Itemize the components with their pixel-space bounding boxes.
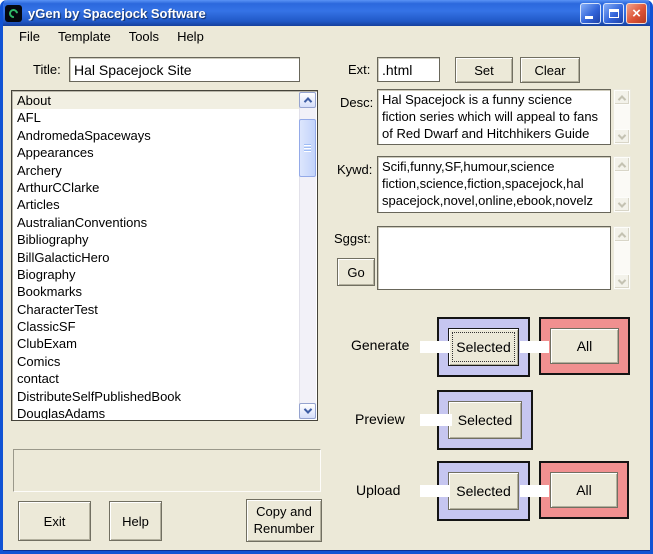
window-title: yGen by Spacejock Software <box>28 5 206 21</box>
generate-label: Generate <box>351 337 410 353</box>
scroll-up-button <box>614 227 630 242</box>
scroll-up-button <box>614 90 630 105</box>
generate-all-button[interactable]: All <box>550 328 619 364</box>
list-item[interactable]: Bibliography <box>13 231 299 248</box>
minimize-icon <box>585 15 593 19</box>
list-item[interactable]: contact <box>13 370 299 387</box>
title-label: Title: <box>33 62 61 77</box>
window-controls: × <box>580 2 647 24</box>
list-item[interactable]: BillGalacticHero <box>13 249 299 266</box>
connector <box>420 341 449 353</box>
scroll-down-button[interactable] <box>299 403 316 419</box>
list-item[interactable]: Appearances <box>13 144 299 161</box>
desc-scrollbar <box>613 89 631 145</box>
chevron-up-icon <box>617 231 627 241</box>
list-item[interactable]: ClubExam <box>13 335 299 352</box>
set-button[interactable]: Set <box>455 57 513 83</box>
scroll-down-button <box>614 274 630 289</box>
copy-and-renumber-button[interactable]: Copy and Renumber <box>246 499 322 542</box>
connector <box>520 341 549 353</box>
scrollbar-thumb[interactable] <box>299 119 316 177</box>
ext-input[interactable] <box>377 57 440 82</box>
upload-all-frame: All <box>539 461 629 519</box>
menu-file[interactable]: File <box>10 27 49 46</box>
help-button[interactable]: Help <box>109 501 162 541</box>
list-item[interactable]: ArthurCClarke <box>13 179 299 196</box>
chevron-down-icon <box>617 275 627 285</box>
upload-selected-button[interactable]: Selected <box>448 472 519 510</box>
desc-label: Desc: <box>340 95 374 110</box>
preview-label: Preview <box>355 411 405 427</box>
list-item[interactable]: Articles <box>13 196 299 213</box>
list-item[interactable]: Biography <box>13 266 299 283</box>
menu-template[interactable]: Template <box>49 27 120 46</box>
title-input[interactable] <box>69 57 300 82</box>
ext-label: Ext: <box>348 62 371 77</box>
maximize-icon <box>609 8 619 18</box>
list-item[interactable]: About <box>13 92 299 110</box>
list-item[interactable]: CharacterTest <box>13 301 299 318</box>
list-item[interactable]: AndromedaSpaceways <box>13 127 299 144</box>
list-item[interactable]: Comics <box>13 353 299 370</box>
kywd-scrollbar <box>613 156 631 213</box>
connector <box>420 414 452 426</box>
menu-bar: File Template Tools Help <box>3 26 650 47</box>
menu-help[interactable]: Help <box>168 27 213 46</box>
list-item[interactable]: ClassicSF <box>13 318 299 335</box>
list-item[interactable]: AustralianConventions <box>13 214 299 231</box>
close-button[interactable]: × <box>626 2 647 24</box>
page-list-items: About AFL AndromedaSpaceways Appearances… <box>13 92 299 419</box>
chevron-down-icon <box>617 198 627 208</box>
upload-label: Upload <box>356 482 401 498</box>
maximize-button[interactable] <box>603 2 624 24</box>
preview-selected-button[interactable]: Selected <box>448 401 522 439</box>
chevron-up-icon <box>617 161 627 171</box>
scroll-up-button[interactable] <box>299 92 316 108</box>
menu-tools[interactable]: Tools <box>120 27 168 46</box>
connector <box>520 485 549 497</box>
scroll-down-button <box>614 129 630 144</box>
go-button[interactable]: Go <box>337 258 375 286</box>
chevron-up-icon <box>303 97 312 106</box>
app-logo-icon <box>5 4 22 22</box>
scroll-down-button <box>614 197 630 212</box>
list-item[interactable]: DistributeSelfPublishedBook <box>13 388 299 405</box>
list-item[interactable]: Archery <box>13 162 299 179</box>
kywd-label: Kywd: <box>337 162 373 177</box>
chevron-up-icon <box>617 94 627 104</box>
status-panel <box>13 449 321 492</box>
generate-selected-button[interactable]: Selected <box>448 328 519 366</box>
sggst-textarea[interactable] <box>377 226 611 290</box>
list-scrollbar[interactable] <box>299 92 316 419</box>
chevron-down-icon <box>617 130 627 140</box>
page-listbox[interactable]: About AFL AndromedaSpaceways Appearances… <box>11 90 318 421</box>
titlebar: yGen by Spacejock Software × <box>3 0 650 26</box>
desc-textarea[interactable]: Hal Spacejock is a funny science fiction… <box>377 89 611 145</box>
upload-selected-frame: Selected <box>437 461 530 521</box>
upload-all-button[interactable]: All <box>550 472 618 508</box>
kywd-textarea[interactable]: Scifi,funny,SF,humour,science fiction,sc… <box>377 156 611 213</box>
sggst-label: Sggst: <box>334 231 371 246</box>
generate-all-frame: All <box>539 317 630 375</box>
generate-selected-frame: Selected <box>437 317 530 377</box>
connector <box>420 485 449 497</box>
exit-button[interactable]: Exit <box>18 501 91 541</box>
sggst-scrollbar <box>613 226 631 290</box>
minimize-button[interactable] <box>580 2 601 24</box>
chevron-down-icon <box>303 405 312 414</box>
app-window: yGen by Spacejock Software × File Templa… <box>0 0 653 554</box>
clear-button[interactable]: Clear <box>520 57 580 83</box>
list-item[interactable]: Bookmarks <box>13 283 299 300</box>
close-icon: × <box>632 4 641 22</box>
scroll-up-button <box>614 157 630 172</box>
list-item[interactable]: AFL <box>13 109 299 126</box>
list-item[interactable]: DouglasAdams <box>13 405 299 419</box>
